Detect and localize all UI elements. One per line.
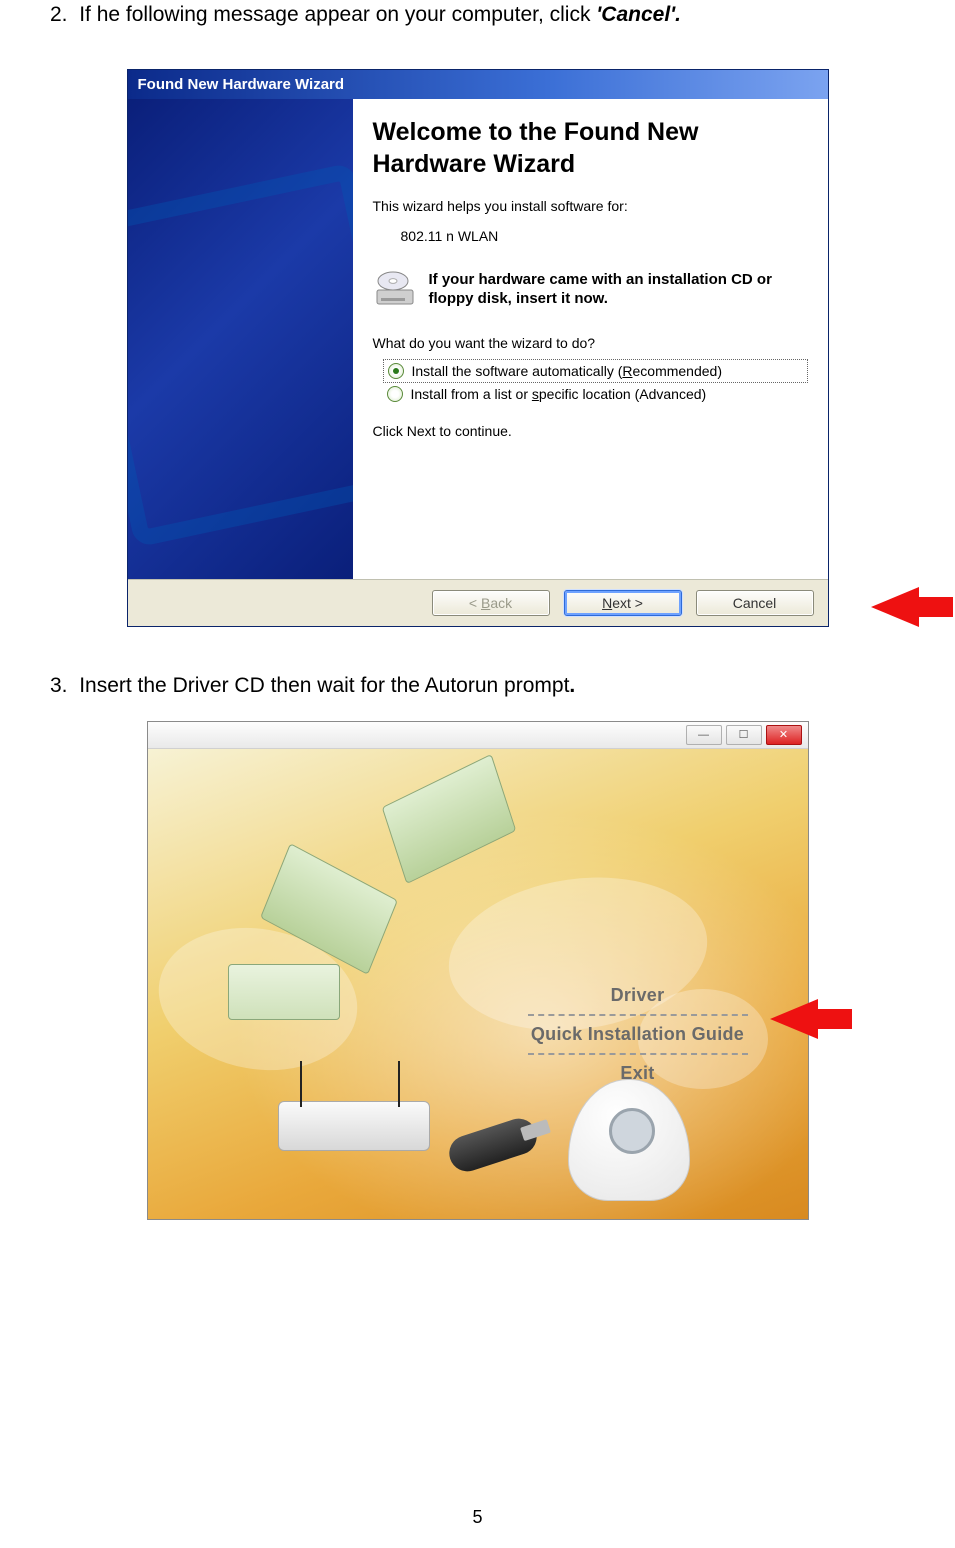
wizard-heading: Welcome to the Found New Hardware Wizard — [373, 117, 808, 180]
close-button[interactable]: ✕ — [766, 725, 802, 745]
wizard-option-auto[interactable]: Install the software automatically (Reco… — [383, 359, 808, 383]
wizard-option-advanced[interactable]: Install from a list or specific location… — [383, 383, 808, 405]
radio-icon — [387, 386, 403, 402]
step-2: 2. If he following message appear on you… — [50, 0, 905, 29]
step-2-num: 2. — [50, 3, 68, 26]
usb-dongle-graphic — [444, 1114, 541, 1176]
wizard-window: Found New Hardware Wizard Welcome to the… — [127, 69, 829, 627]
maximize-button[interactable]: ☐ — [726, 725, 762, 745]
annotation-arrow-icon — [871, 587, 919, 627]
step-3: 3. Insert the Driver CD then wait for th… — [50, 671, 905, 700]
cd-drive-icon — [373, 270, 417, 308]
wizard-titlebar: Found New Hardware Wizard — [128, 70, 828, 99]
annotation-arrow-icon — [770, 999, 818, 1039]
menu-separator — [528, 1014, 748, 1016]
hardware-card-graphic — [381, 754, 516, 884]
router-graphic — [278, 1079, 428, 1149]
back-button[interactable]: < Back — [432, 590, 550, 616]
menu-guide[interactable]: Quick Installation Guide — [528, 1018, 748, 1051]
menu-separator — [528, 1053, 748, 1055]
menu-exit[interactable]: Exit — [528, 1057, 748, 1090]
wizard-prompt: What do you want the wizard to do? — [373, 335, 808, 351]
menu-driver[interactable]: Driver — [528, 979, 748, 1012]
next-button[interactable]: Next > — [564, 590, 682, 616]
wizard-helps-text: This wizard helps you install software f… — [373, 198, 808, 214]
step-2-text: If he following message appear on your c… — [79, 3, 596, 26]
step-2-emph: 'Cancel'. — [596, 3, 681, 26]
wizard-continue-text: Click Next to continue. — [373, 423, 808, 439]
minimize-button[interactable]: — — [686, 725, 722, 745]
radio-icon — [388, 363, 404, 379]
autorun-window: — ☐ ✕ Driver Quick Installa — [147, 721, 809, 1220]
step-3-num: 3. — [50, 674, 68, 697]
wizard-cd-text: If your hardware came with an installati… — [429, 270, 808, 309]
wizard-side-graphic — [128, 99, 353, 579]
cancel-button[interactable]: Cancel — [696, 590, 814, 616]
wizard-cd-row: If your hardware came with an installati… — [373, 270, 808, 309]
autorun-titlebar: — ☐ ✕ — [148, 722, 808, 749]
wizard-device-name: 802.11 n WLAN — [401, 228, 808, 244]
page-number: 5 — [0, 1507, 955, 1528]
step-3-text: Insert the Driver CD then wait for the A… — [79, 674, 569, 697]
hardware-card-graphic — [228, 964, 340, 1020]
autorun-menu: Driver Quick Installation Guide Exit — [528, 979, 748, 1090]
camera-graphic — [568, 1079, 690, 1201]
